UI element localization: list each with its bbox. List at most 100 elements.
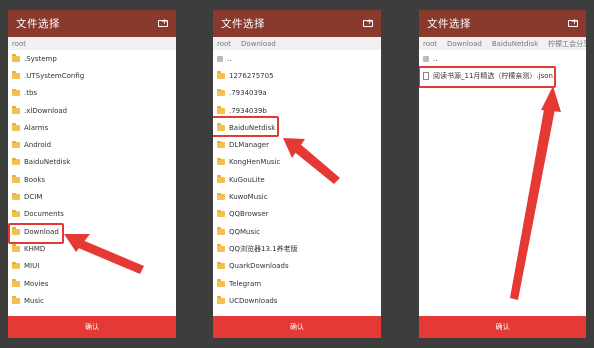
- item-label: Documents: [24, 210, 64, 219]
- dialog-title: 文件选择: [221, 18, 265, 30]
- title-bar: 文件选择: [213, 10, 381, 37]
- folder-icon: [12, 261, 20, 270]
- parent-folder-icon: [217, 55, 223, 63]
- list-item-parent[interactable]: ..: [213, 50, 381, 67]
- item-label: BaiduNetdisk: [24, 158, 71, 167]
- list-item[interactable]: 1276275705: [213, 67, 381, 84]
- new-folder-icon[interactable]: [568, 17, 579, 28]
- item-label: KHMD: [24, 244, 46, 253]
- folder-icon: [217, 175, 225, 183]
- folder-icon: [217, 140, 225, 149]
- item-label: .xlDownload: [24, 106, 68, 115]
- folder-icon: [12, 227, 20, 235]
- file-picker-panel-3: 文件选择 root Download BaiduNetdisk 柠檬工会分享 .…: [419, 10, 586, 338]
- file-list: .. 1276275705 .7934039a .7934039b BaiduN…: [213, 50, 381, 309]
- list-item-json-file[interactable]: 阅读书源_11月精选（柠檬亲测）.json: [419, 67, 586, 84]
- list-item[interactable]: Music: [8, 292, 176, 309]
- item-label: Android: [24, 141, 52, 150]
- breadcrumb-download[interactable]: Download: [447, 40, 482, 48]
- item-label: MIUI: [24, 262, 40, 271]
- item-label: .Systemp: [24, 54, 57, 63]
- folder-icon: [12, 140, 20, 149]
- list-item[interactable]: KHMD: [8, 240, 176, 257]
- new-folder-icon[interactable]: [363, 17, 374, 28]
- item-label: QQMusic: [229, 227, 260, 236]
- item-label: QQBrowser: [229, 210, 269, 219]
- list-item[interactable]: KuGouLite: [213, 171, 381, 188]
- list-item[interactable]: QQMusic: [213, 223, 381, 240]
- folder-icon: [217, 88, 225, 97]
- folder-icon: [12, 296, 20, 304]
- item-label: UCDownloads: [229, 296, 278, 305]
- list-item[interactable]: MIUI: [8, 258, 176, 275]
- item-label: BaiduNetdisk: [229, 123, 276, 132]
- list-item[interactable]: .xlDownload: [8, 102, 176, 119]
- list-item[interactable]: KongHenMusic: [213, 154, 381, 171]
- list-item[interactable]: KuwoMusic: [213, 188, 381, 205]
- folder-icon: [217, 261, 225, 270]
- list-item-download[interactable]: Download: [8, 223, 176, 240]
- item-label: Movies: [24, 279, 49, 288]
- confirm-button[interactable]: 确认: [419, 316, 586, 338]
- folder-icon: [12, 175, 20, 183]
- dialog-title: 文件选择: [427, 18, 471, 30]
- breadcrumb-root[interactable]: root: [217, 40, 231, 48]
- list-item-parent[interactable]: ..: [419, 50, 586, 67]
- list-item[interactable]: Movies: [8, 275, 176, 292]
- list-item[interactable]: .UTSystemConfig: [8, 67, 176, 84]
- item-label: Books: [24, 175, 46, 184]
- list-item[interactable]: Android: [8, 136, 176, 153]
- confirm-button[interactable]: 确认: [213, 316, 381, 338]
- breadcrumb: root Download BaiduNetdisk 柠檬工会分享: [419, 37, 586, 50]
- folder-icon: [12, 279, 20, 287]
- list-item[interactable]: UCDownloads: [213, 292, 381, 309]
- item-label: KongHenMusic: [229, 158, 281, 167]
- item-label: .tbs: [24, 89, 38, 98]
- list-item[interactable]: DLManager: [213, 136, 381, 153]
- item-label: .7934039b: [229, 106, 267, 115]
- file-picker-panel-1: 文件选择 root .Systemp .UTSystemConfig .tbs …: [8, 10, 176, 338]
- folder-icon: [217, 71, 225, 79]
- item-label: 阅读书源_11月精选（柠檬亲测）.json: [433, 71, 553, 80]
- new-folder-icon[interactable]: [158, 17, 169, 28]
- list-item[interactable]: .7934039b: [213, 102, 381, 119]
- breadcrumb-download[interactable]: Download: [241, 40, 276, 48]
- breadcrumb-root[interactable]: root: [12, 40, 26, 48]
- list-item[interactable]: Alarms: [8, 119, 176, 136]
- list-item-baidunetdisk[interactable]: BaiduNetdisk: [213, 119, 381, 136]
- folder-icon: [12, 88, 20, 97]
- list-item[interactable]: BaiduNetdisk: [8, 154, 176, 171]
- list-item[interactable]: Documents: [8, 206, 176, 223]
- item-label: Alarms: [24, 123, 49, 132]
- item-label: Telegram: [229, 279, 262, 288]
- item-label: QuarkDownloads: [229, 262, 289, 271]
- file-list: .Systemp .UTSystemConfig .tbs .xlDownloa…: [8, 50, 176, 309]
- item-label: ..: [433, 54, 438, 63]
- list-item[interactable]: Telegram: [213, 275, 381, 292]
- breadcrumb-share-folder[interactable]: 柠檬工会分享: [548, 39, 586, 49]
- list-item[interactable]: QQBrowser: [213, 206, 381, 223]
- dialog-title: 文件选择: [16, 18, 60, 30]
- folder-icon: [217, 279, 225, 287]
- item-label: DLManager: [229, 141, 269, 150]
- list-item[interactable]: QuarkDownloads: [213, 258, 381, 275]
- folder-icon: [12, 71, 20, 79]
- folder-icon: [12, 244, 20, 252]
- list-item[interactable]: DCIM: [8, 188, 176, 205]
- confirm-button[interactable]: 确认: [8, 316, 176, 338]
- item-label: KuwoMusic: [229, 193, 268, 202]
- parent-folder-icon: [423, 55, 429, 63]
- item-label: QQ浏览器13.1养老版: [229, 244, 298, 253]
- breadcrumb: root: [8, 37, 176, 50]
- breadcrumb-baidunetdisk[interactable]: BaiduNetdisk: [492, 40, 538, 48]
- list-item[interactable]: QQ浏览器13.1养老版: [213, 240, 381, 257]
- folder-icon: [217, 209, 225, 218]
- list-item[interactable]: .Systemp: [8, 50, 176, 67]
- folder-icon: [12, 106, 20, 114]
- list-item[interactable]: .7934039a: [213, 85, 381, 102]
- breadcrumb-root[interactable]: root: [423, 40, 437, 48]
- list-item[interactable]: Books: [8, 171, 176, 188]
- folder-icon: [12, 54, 20, 62]
- list-item[interactable]: .tbs: [8, 85, 176, 102]
- folder-icon: [12, 123, 20, 131]
